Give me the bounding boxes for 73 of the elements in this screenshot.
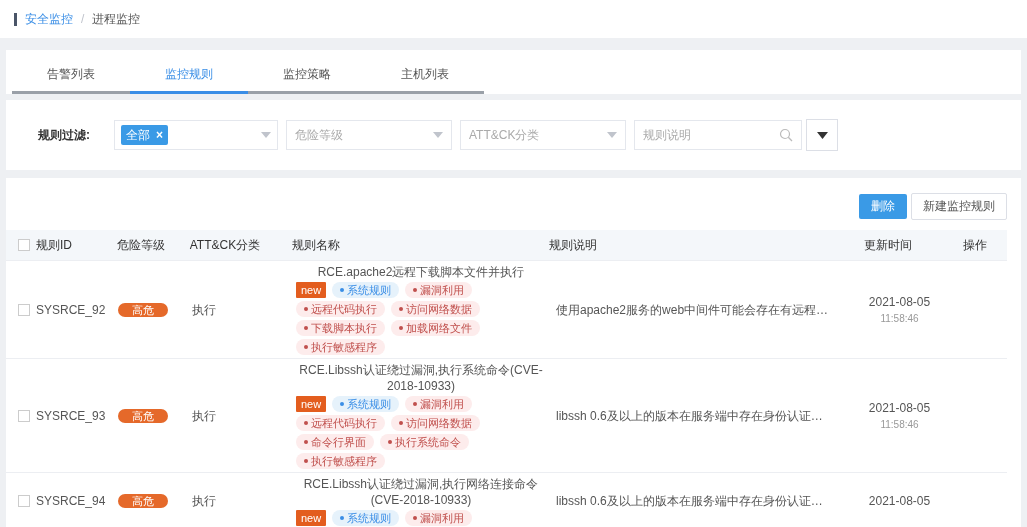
tag: 加载网络文件: [391, 320, 480, 336]
column-header: 更新时间: [864, 237, 913, 254]
tag: 远程代码执行: [296, 301, 385, 317]
column-header: 规则ID: [36, 237, 72, 254]
search-field[interactable]: 规则说明: [634, 120, 802, 150]
tab[interactable]: 主机列表: [366, 56, 484, 94]
rule-id: SYSRCE_93: [36, 407, 106, 425]
risk-badge: 高危: [118, 408, 168, 423]
tag: 漏洞利用: [405, 396, 473, 412]
rule-select[interactable]: 全部 ×: [114, 120, 278, 150]
caret-icon: [816, 131, 828, 139]
remove-icon[interactable]: ×: [156, 126, 163, 144]
rule-name: RCE.apache2远程下载脚本文件并执行: [316, 264, 526, 280]
tab[interactable]: 告警列表: [12, 56, 130, 94]
tag: 系统规则: [332, 510, 400, 526]
attck-category: 执行: [192, 494, 216, 508]
rule-description: 使用apache2服务的web中间件可能会存在有远程…: [556, 302, 829, 317]
search-input[interactable]: 规则说明: [643, 126, 779, 144]
tag: 访问网络数据: [391, 301, 480, 317]
breadcrumb-marker: [14, 12, 17, 26]
tab[interactable]: 监控策略: [248, 56, 366, 94]
tag: 漏洞利用: [405, 510, 473, 526]
attck-category: 执行: [192, 408, 216, 423]
tag: 执行系统命令: [380, 434, 469, 450]
tag: 系统规则: [332, 396, 400, 412]
tag: new: [296, 510, 327, 526]
new-rule-button[interactable]: 新建监控规则: [911, 192, 1007, 220]
tag: 命令行界面: [296, 434, 374, 450]
risk-badge: 高危: [118, 494, 168, 508]
select-field[interactable]: ATT&CK分类: [460, 120, 626, 150]
update-date: 2021-08-05: [868, 294, 931, 311]
tag: 下载脚本执行: [296, 320, 385, 336]
checkbox[interactable]: [18, 239, 30, 251]
caret-icon: [433, 132, 443, 138]
checkbox[interactable]: [18, 495, 30, 507]
rule-name: RCE.Libssh认证绕过漏洞,执行网络连接命令(CVE-2018-10933): [302, 476, 540, 508]
risk-badge: 高危: [118, 302, 168, 317]
checkbox[interactable]: [18, 303, 30, 316]
delete-button[interactable]: 删除: [859, 193, 907, 219]
tag: 漏洞利用: [405, 282, 473, 298]
breadcrumb-separator: /: [81, 11, 85, 28]
update-date: 2021-08-05: [868, 400, 931, 417]
rule-id: SYSRCE_94: [36, 493, 106, 510]
checkbox[interactable]: [18, 409, 30, 422]
tag-text: 全部: [126, 127, 150, 144]
dropdown-button[interactable]: [806, 119, 838, 151]
update-date: 2021-08-05: [868, 493, 931, 510]
rule-description: libssh 0.6及以上的版本在服务端中存在身份认证…: [556, 408, 823, 423]
column-header: ATT&CK分类: [189, 237, 261, 254]
tag: 执行敏感程序: [296, 453, 385, 469]
tag: 执行敏感程序: [296, 339, 385, 355]
filter-label: 规则过滤:: [38, 127, 91, 144]
column-header: 危险等级: [116, 237, 165, 254]
tab[interactable]: 监控规则: [130, 56, 248, 94]
breadcrumb-link[interactable]: 安全监控: [25, 10, 73, 28]
tag: 系统规则: [332, 282, 400, 298]
rule-id: SYSRCE_92: [36, 301, 106, 319]
attck-category: 执行: [192, 302, 216, 317]
search-icon[interactable]: [779, 128, 793, 142]
column-header: 规则说明: [549, 237, 598, 254]
tag: new: [296, 282, 327, 298]
update-time: 11:58:46: [880, 418, 919, 432]
tag: new: [296, 396, 327, 412]
tag: 访问网络数据: [391, 415, 480, 431]
caret-icon: [261, 132, 271, 138]
tag: 远程代码执行: [296, 415, 385, 431]
select-field[interactable]: 危险等级: [286, 120, 452, 150]
column-header: 操作: [963, 237, 988, 254]
column-header: 规则名称: [292, 237, 341, 254]
update-time: 11:58:46: [880, 312, 919, 326]
rule-name: RCE.Libssh认证绕过漏洞,执行系统命令(CVE-2018-10933): [298, 362, 544, 394]
rule-description: libssh 0.6及以上的版本在服务端中存在身份认证…: [556, 494, 823, 508]
caret-icon: [607, 132, 617, 138]
